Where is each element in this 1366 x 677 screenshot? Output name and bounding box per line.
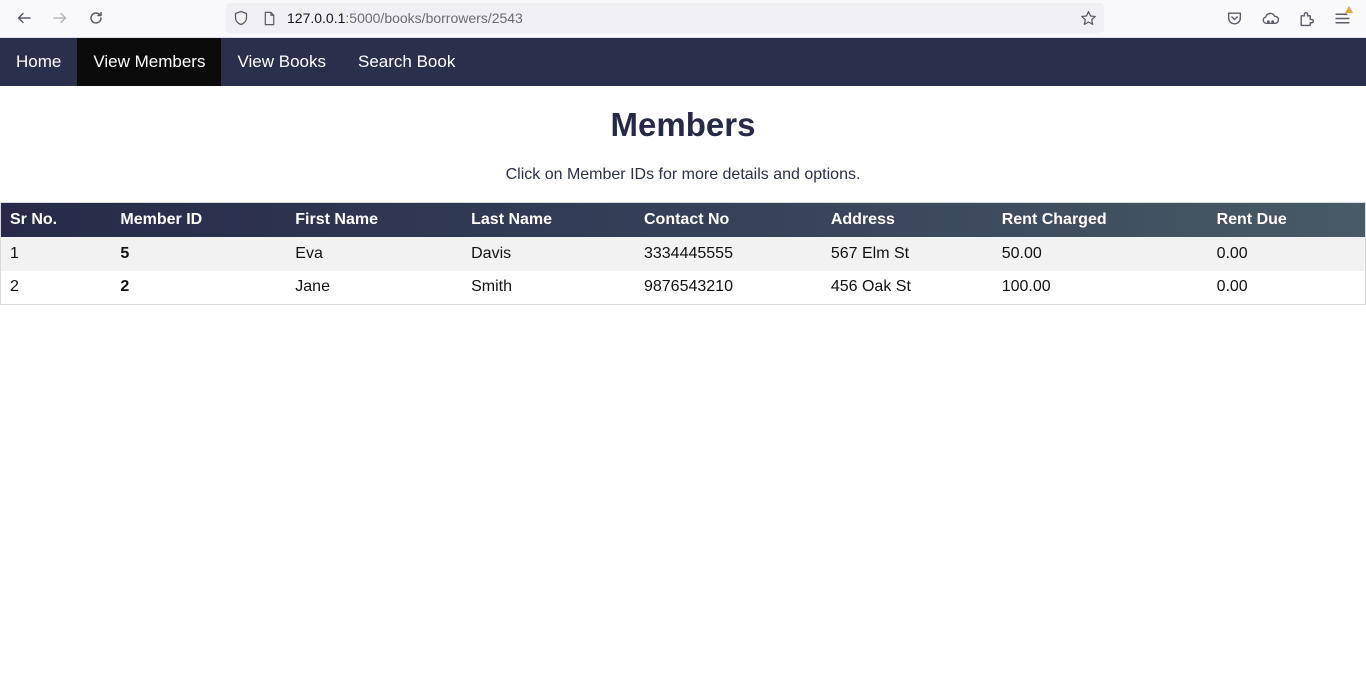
nav-view-members[interactable]: View Members (77, 38, 222, 86)
url-host: 127.0.0.1 (287, 10, 346, 26)
cell-rent-charged: 50.00 (1001, 244, 1042, 262)
page-subtitle: Click on Member IDs for more details and… (505, 166, 861, 183)
header-first-name: First Name (295, 210, 378, 228)
forward-icon (53, 12, 67, 24)
cell-sr-no: 1 (10, 244, 19, 262)
table-header-row: Sr No. Member ID First Name Last Name Co… (0, 202, 1366, 237)
url-path: :5000/books/borrowers/2543 (345, 10, 523, 26)
update-badge-icon (1345, 6, 1353, 13)
cell-first-name: Jane (295, 278, 330, 296)
header-rent-due: Rent Due (1216, 210, 1287, 228)
header-rent-charged: Rent Charged (1001, 210, 1107, 228)
menu-button[interactable] (1331, 6, 1353, 29)
header-last-name: Last Name (471, 210, 553, 228)
member-id-link[interactable]: 5 (111, 237, 286, 271)
header-sr-no: Sr No. (10, 210, 58, 228)
main-navbar: Home View Members View Books Search Book (0, 38, 1366, 86)
members-table: Sr No. Member ID First Name Last Name Co… (0, 202, 1366, 305)
header-contact-no: Contact No (643, 210, 730, 228)
cell-address: 456 Oak St (830, 278, 911, 296)
url-text[interactable]: 127.0.0.1:5000/books/borrowers/2543 (287, 10, 523, 26)
cell-rent-due: 0.00 (1216, 278, 1248, 296)
extensions-icon[interactable] (1295, 7, 1317, 29)
page-icon[interactable] (260, 9, 278, 27)
extensions-cloud-icon[interactable] (1259, 7, 1281, 29)
url-bar[interactable]: 127.0.0.1:5000/books/borrowers/2543 (226, 3, 1104, 33)
nav-home[interactable]: Home (0, 38, 77, 86)
nav-view-books[interactable]: View Books (221, 38, 342, 86)
forward-button[interactable] (46, 5, 74, 31)
cell-first-name: Eva (295, 244, 323, 262)
table-row: 2 2 Jane Smith 9876543210 456 Oak St 100… (0, 270, 1366, 305)
page-title: Members (610, 106, 756, 143)
reload-button[interactable] (82, 5, 110, 31)
cell-address: 567 Elm St (830, 244, 910, 262)
table-row: 1 5 Eva Davis 3334445555 567 Elm St 50.0… (0, 236, 1366, 271)
header-address: Address (830, 210, 895, 228)
cell-rent-charged: 100.00 (1001, 278, 1051, 296)
cell-last-name: Davis (471, 244, 512, 262)
reload-icon (90, 11, 102, 24)
cell-rent-due: 0.00 (1216, 244, 1248, 262)
back-icon (17, 12, 31, 24)
cell-contact-no: 9876543210 (643, 278, 733, 296)
member-id-link[interactable]: 2 (111, 271, 286, 305)
cell-last-name: Smith (471, 278, 513, 296)
nav-search-book[interactable]: Search Book (342, 38, 471, 86)
cell-contact-no: 3334445555 (643, 244, 733, 262)
header-member-id: Member ID (120, 210, 203, 228)
back-button[interactable] (10, 5, 38, 31)
browser-toolbar: 127.0.0.1:5000/books/borrowers/2543 (0, 0, 1366, 38)
shield-icon[interactable] (232, 9, 250, 27)
star-icon[interactable] (1078, 8, 1098, 28)
cell-sr-no: 2 (10, 278, 19, 296)
pocket-icon[interactable] (1223, 7, 1245, 29)
